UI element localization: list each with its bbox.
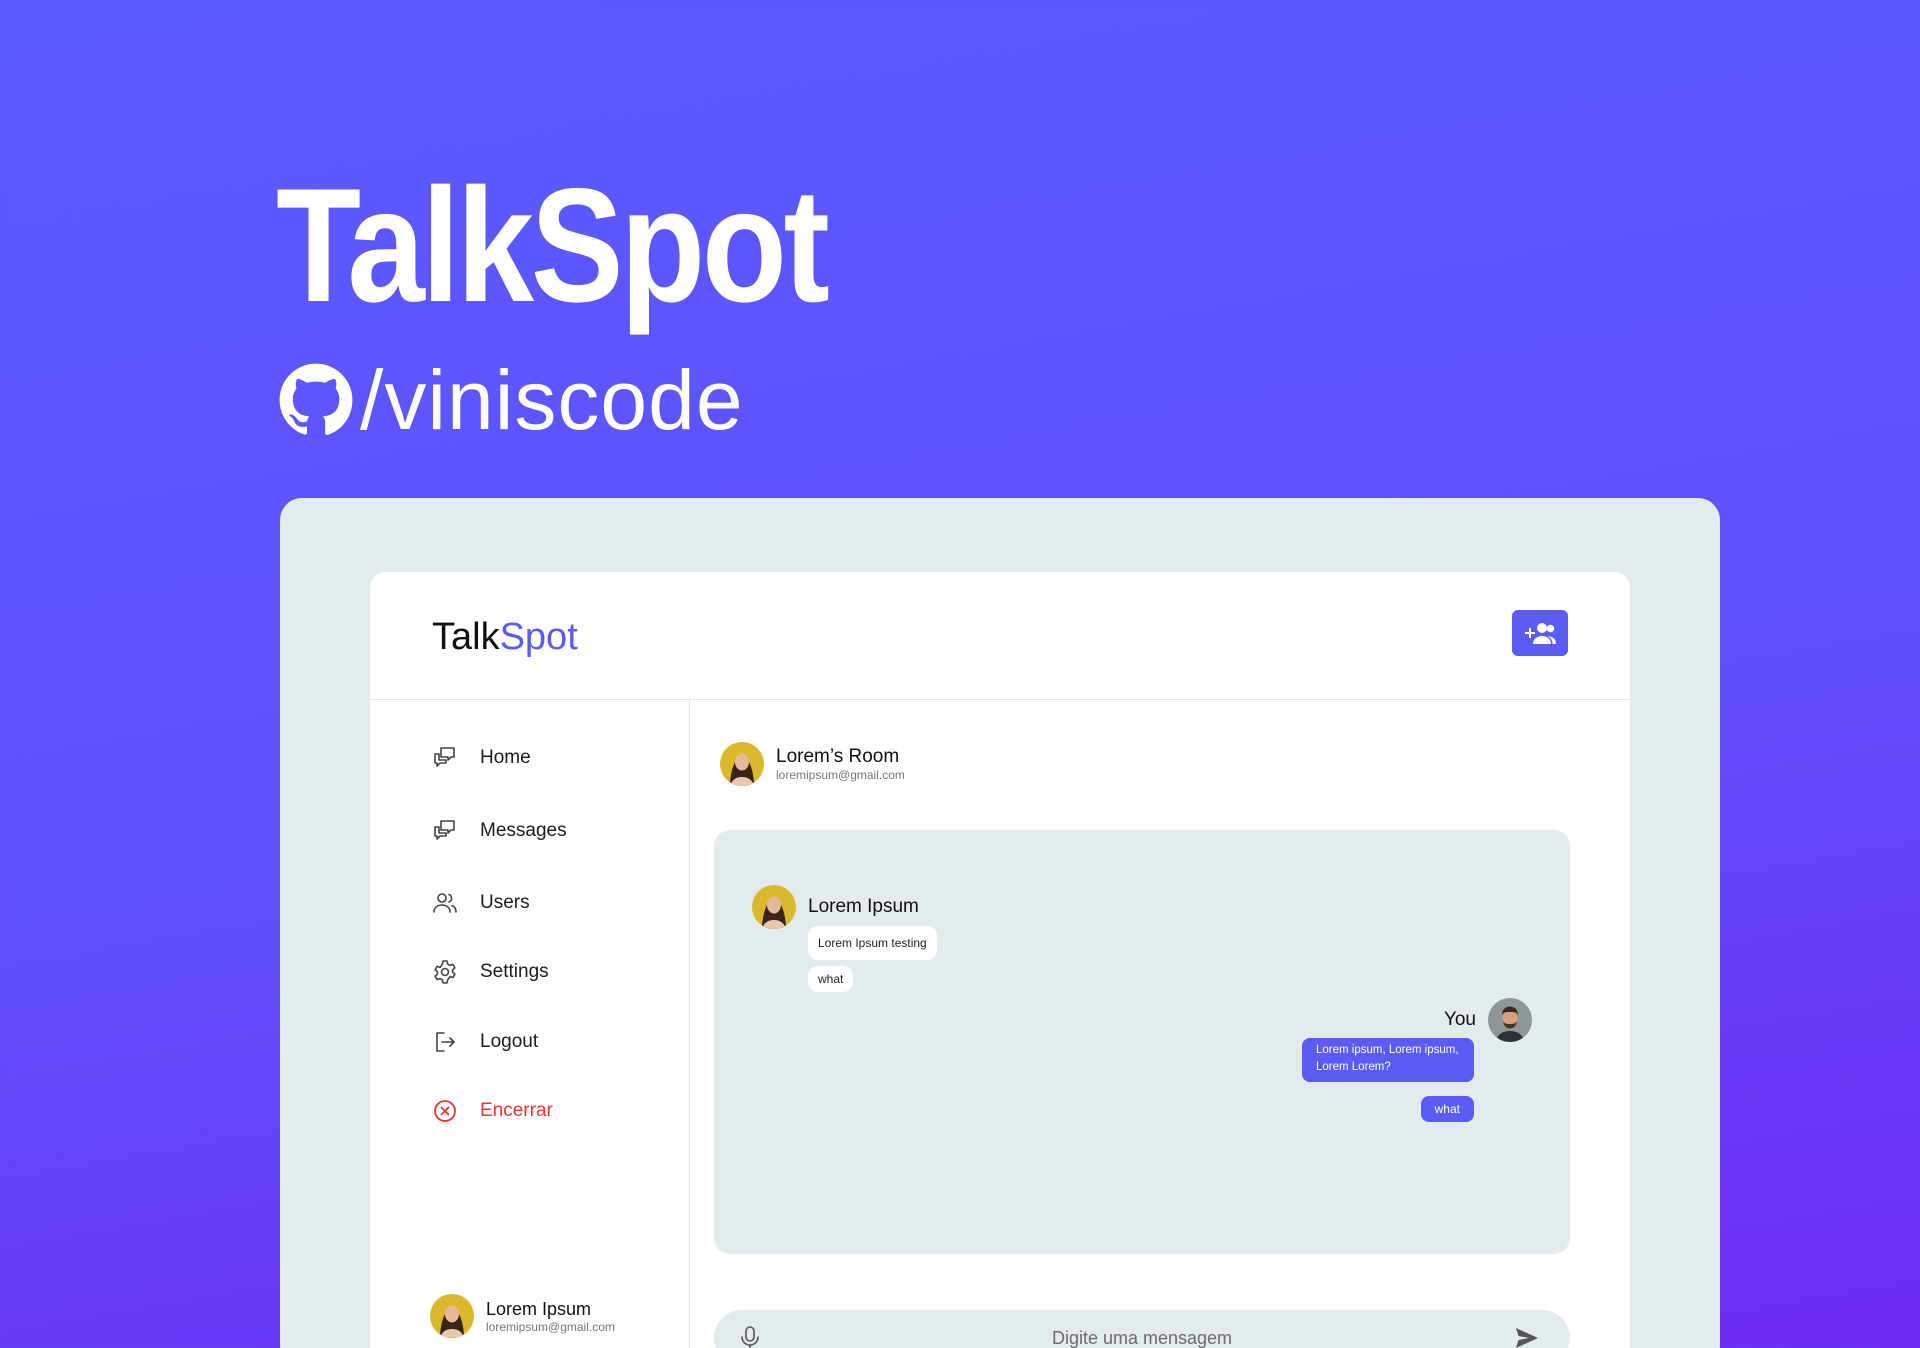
brand-logo[interactable]: TalkSpot — [432, 616, 578, 659]
avatar — [720, 742, 764, 786]
message-input[interactable] — [784, 1320, 1500, 1348]
add-users-button[interactable] — [1512, 610, 1568, 656]
incoming-message: what — [808, 966, 854, 992]
brand-part-spot: Spot — [499, 616, 578, 658]
incoming-author-name: Lorem Ipsum — [808, 896, 919, 917]
gear-icon — [434, 960, 456, 984]
message-composer — [714, 1310, 1570, 1348]
brand-part-talk: Talk — [432, 616, 500, 658]
app-window: TalkSpot Home Messages Users Settings Lo… — [370, 572, 1630, 1348]
room-title: Lorem’s Room — [776, 746, 900, 767]
chat-main: Lorem’s Room loremipsum@gmail.com Lorem — [690, 700, 1630, 1348]
users-icon — [433, 893, 457, 913]
message-list[interactable]: Lorem Ipsum Lorem Ipsum testing what You — [714, 830, 1570, 1254]
preview-frame: TalkSpot Home Messages Users Settings Lo… — [280, 498, 1720, 1348]
sidebar: Home Messages Users Settings Logout Ence… — [370, 700, 690, 1348]
hero-title: TalkSpot — [276, 155, 830, 336]
sidebar-item-label: Messages — [480, 820, 567, 841]
group-add-icon — [1525, 623, 1556, 644]
chat-bubbles-icon — [434, 747, 455, 767]
logout-icon — [436, 1032, 455, 1052]
outgoing-message: what — [1420, 1096, 1474, 1122]
room-email: loremipsum@gmail.com — [776, 768, 905, 782]
sidebar-item-messages[interactable]: Messages — [432, 811, 567, 851]
chat-bubbles-icon — [434, 820, 455, 840]
room-header: Lorem’s Room loremipsum@gmail.com — [720, 742, 905, 786]
sidebar-item-label: Home — [480, 747, 531, 768]
outgoing-author: You — [1444, 998, 1532, 1042]
sidebar-item-label: Settings — [480, 961, 549, 982]
user-profile[interactable]: Lorem Ipsum loremipsum@gmail.com — [430, 1294, 615, 1338]
close-circle-icon — [434, 1100, 456, 1122]
microphone-icon[interactable] — [736, 1324, 764, 1348]
app-header: TalkSpot — [370, 572, 1630, 700]
incoming-message: Lorem Ipsum testing — [808, 926, 937, 960]
avatar — [430, 1294, 474, 1338]
avatar — [1488, 998, 1532, 1042]
profile-email: loremipsum@gmail.com — [486, 1319, 615, 1334]
sidebar-item-encerrar[interactable]: Encerrar — [432, 1091, 553, 1131]
github-icon — [279, 363, 353, 436]
sidebar-item-label: Logout — [480, 1031, 539, 1052]
github-link[interactable]: /viniscode — [278, 353, 744, 447]
avatar — [752, 885, 796, 929]
github-handle: /viniscode — [360, 352, 744, 447]
sidebar-item-label: Users — [480, 892, 530, 913]
sidebar-item-users[interactable]: Users — [432, 883, 530, 923]
sidebar-item-home[interactable]: Home — [432, 738, 531, 778]
outgoing-message: Lorem ipsum, Lorem ipsum, Lorem Lorem? — [1302, 1038, 1474, 1082]
sidebar-item-logout[interactable]: Logout — [432, 1022, 538, 1062]
send-icon[interactable] — [1514, 1326, 1540, 1348]
profile-name: Lorem Ipsum — [486, 1298, 592, 1319]
sidebar-item-label: Encerrar — [480, 1100, 553, 1121]
incoming-author: Lorem Ipsum — [752, 885, 919, 929]
outgoing-author-name: You — [1443, 1009, 1476, 1030]
sidebar-item-settings[interactable]: Settings — [432, 952, 549, 992]
